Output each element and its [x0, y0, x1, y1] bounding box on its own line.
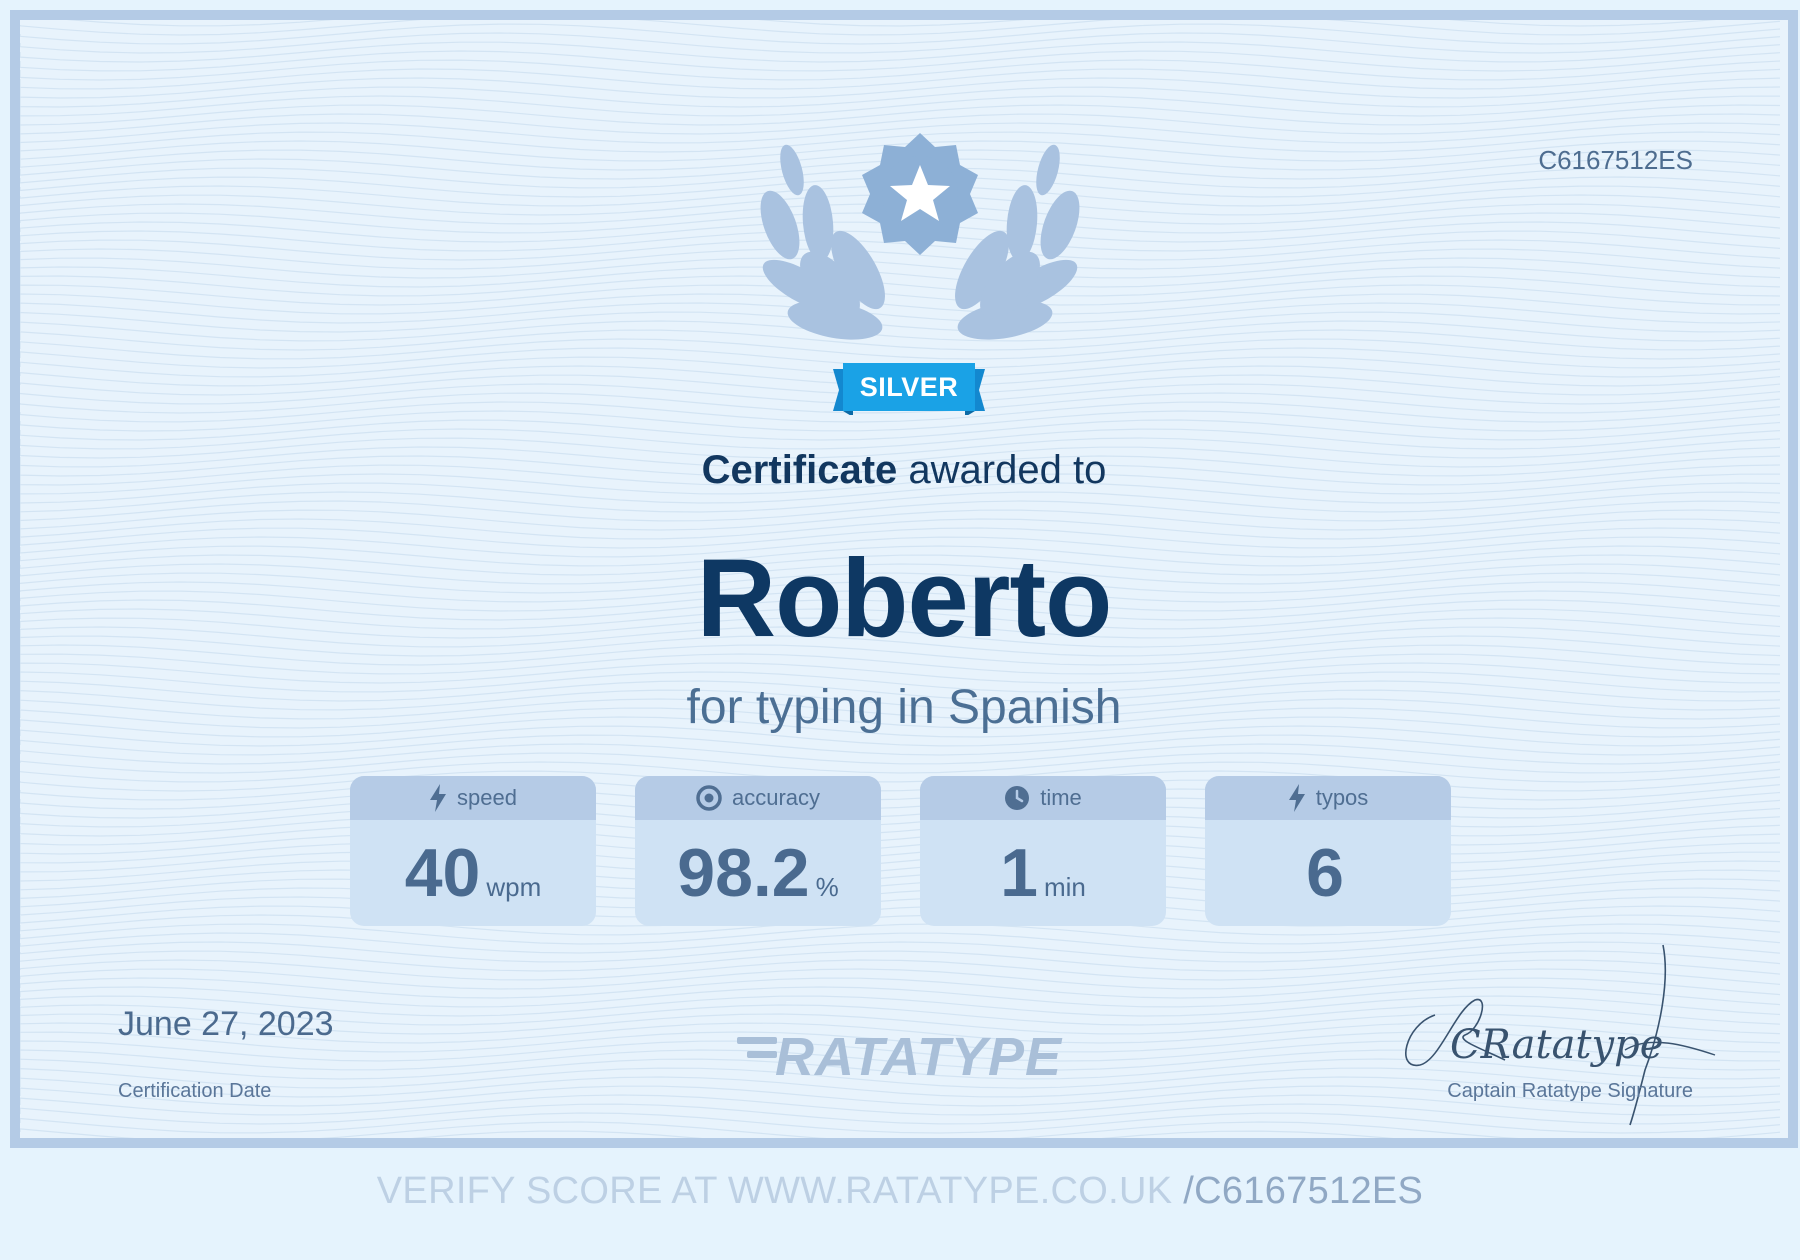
svg-text:CRatatype: CRatatype	[1450, 1022, 1663, 1068]
lightning-icon	[430, 784, 447, 812]
certificate-subject: for typing in Spanish	[686, 681, 1122, 734]
stat-accuracy: accuracy 98.2 %	[635, 776, 881, 926]
lightning-icon	[1288, 784, 1305, 812]
ratatype-logo: RATATYPE	[737, 1027, 1063, 1085]
target-icon	[696, 785, 722, 811]
stat-label: speed	[457, 785, 517, 810]
certification-date: June 27, 2023	[118, 1005, 334, 1043]
certificate: C6167512ES SILVER Certificate awarded to…	[10, 10, 1798, 1148]
award-badge: SILVER	[730, 115, 1110, 430]
stat-typos: typos 6	[1205, 776, 1451, 926]
stat-value: 40	[404, 835, 481, 911]
clock-icon	[1005, 786, 1030, 810]
stat-value: 98.2	[677, 835, 810, 911]
awarded-heading: Certificate awarded to	[20, 448, 1788, 493]
level-ribbon: SILVER	[833, 363, 985, 415]
verify-code: /C6167512ES	[1183, 1170, 1424, 1212]
signature-label: Captain Ratatype Signature	[1447, 1080, 1693, 1102]
stat-value: 6	[1306, 835, 1344, 911]
stat-unit: wpm	[486, 872, 542, 902]
stat-unit: min	[1043, 872, 1086, 902]
certification-date-label: Certification Date	[118, 1080, 272, 1102]
stat-speed: speed 40 wpm	[350, 776, 596, 926]
stat-label: typos	[1315, 785, 1369, 810]
stats-row: speed 40 wpm accuracy 98.2 % time 1 min …	[350, 776, 1480, 928]
stat-unit: %	[815, 872, 839, 902]
verify-prefix: VERIFY SCORE AT WWW.RATATYPE.CO.UK	[376, 1170, 1184, 1212]
verify-line: VERIFY SCORE AT WWW.RATATYPE.CO.UK /C616…	[0, 1170, 1800, 1213]
certificate-code: C6167512ES	[1538, 145, 1693, 175]
awarded-rest: awarded to	[897, 448, 1107, 492]
stat-time: time 1 min	[920, 776, 1166, 926]
svg-text:RATATYPE: RATATYPE	[775, 1027, 1063, 1085]
stat-value: 1	[1000, 835, 1038, 911]
awarded-bold: Certificate	[701, 448, 898, 492]
stat-label: accuracy	[731, 785, 821, 810]
level-label: SILVER	[859, 372, 959, 402]
star-badge-icon	[862, 133, 978, 255]
stat-label: time	[1040, 785, 1082, 810]
recipient-name: Roberto	[696, 537, 1113, 660]
